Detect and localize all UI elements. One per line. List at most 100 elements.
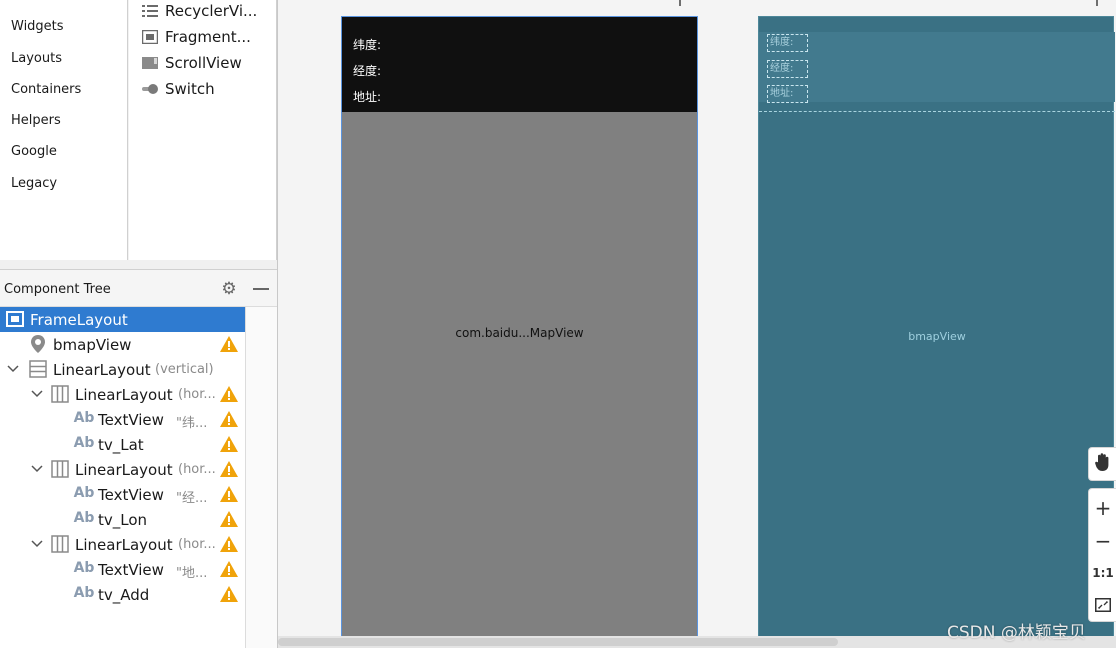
palette-item-scrollview[interactable]: ScrollView — [141, 52, 242, 74]
plus-icon: + — [1094, 496, 1112, 520]
textview-icon: Ab — [73, 560, 95, 576]
linear-vertical-icon — [29, 360, 47, 378]
tree-row-textview-lat-label[interactable]: Ab TextView "纬... — [0, 407, 245, 432]
component-tree-list: FrameLayout bmapView LinearLayout (verti… — [0, 307, 246, 648]
tree-row-textview-lon-label[interactable]: Ab TextView "经... — [0, 482, 245, 507]
tree-row-linearlayout-vertical[interactable]: LinearLayout (vertical) — [0, 357, 245, 382]
design-header-area[interactable]: 纬度: 经度: 地址: — [342, 17, 697, 112]
warning-icon[interactable] — [220, 486, 238, 502]
blueprint-box-address[interactable]: 地址: — [767, 85, 808, 103]
palette-item-label: Switch — [165, 80, 215, 98]
tree-row-tv-add[interactable]: Ab tv_Add — [0, 582, 245, 607]
design-preview[interactable]: 纬度: 经度: 地址: com.baidu...MapView — [341, 16, 698, 648]
palette-item-fragment[interactable]: Fragment... — [141, 26, 251, 48]
warning-icon[interactable] — [220, 411, 238, 427]
palette-category-legacy[interactable]: Legacy — [11, 176, 57, 191]
textview-icon: Ab — [73, 510, 95, 526]
tree-row-label: LinearLayout — [75, 385, 173, 404]
tree-row-label: TextView — [98, 410, 164, 429]
blueprint-box-lon[interactable]: 经度: — [767, 60, 808, 78]
tree-row-label: LinearLayout — [75, 535, 173, 554]
palette-category-containers[interactable]: Containers — [11, 82, 81, 97]
blueprint-mapview-label: bmapView — [908, 330, 966, 343]
design-mapview-label: com.baidu...MapView — [455, 326, 584, 340]
palette-item-recyclerview[interactable]: RecyclerVi... — [141, 0, 257, 22]
scrollview-icon — [141, 55, 159, 71]
palette-item-label: Fragment... — [165, 28, 251, 46]
design-label-address[interactable]: 地址: — [353, 88, 381, 105]
design-label-lat[interactable]: 纬度: — [353, 36, 381, 53]
tree-row-label: tv_Lon — [98, 510, 148, 529]
design-label-lon[interactable]: 经度: — [353, 62, 381, 79]
tree-row-tv-lon[interactable]: Ab tv_Lon — [0, 507, 245, 532]
chevron-down-icon[interactable] — [31, 388, 43, 400]
linear-horizontal-icon — [51, 460, 69, 478]
tree-row-textview-add-label[interactable]: Ab TextView "地... — [0, 557, 245, 582]
component-tree-panel: Component Tree ⚙ FrameLayout bmapView Li… — [0, 270, 278, 648]
linear-horizontal-icon — [51, 385, 69, 403]
list-icon — [141, 3, 159, 19]
blueprint-preview[interactable]: 纬度: 经度: 地址: bmapView — [758, 16, 1115, 648]
palette-item-switch[interactable]: Switch — [141, 78, 215, 100]
chevron-down-icon[interactable] — [31, 463, 43, 475]
gear-icon[interactable]: ⚙ — [219, 279, 239, 299]
tree-row-label: LinearLayout — [75, 460, 173, 479]
tree-row-linearlayout-horizontal-1[interactable]: LinearLayout (hor... — [0, 382, 245, 407]
palette-categories: Widgets Layouts Containers Helpers Googl… — [0, 0, 128, 260]
tree-row-hint: "经... — [176, 491, 208, 506]
palette-category-google[interactable]: Google — [11, 144, 57, 159]
palette-category-layouts[interactable]: Layouts — [11, 51, 62, 66]
palette-category-helpers[interactable]: Helpers — [11, 113, 61, 128]
ruler-tick — [1096, 0, 1098, 6]
frame-layout-icon — [6, 310, 24, 328]
panel-splitter[interactable] — [0, 260, 278, 270]
tree-row-framelayout[interactable]: FrameLayout — [0, 307, 245, 332]
component-tree-header: Component Tree ⚙ — [0, 270, 278, 307]
textview-icon: Ab — [73, 585, 95, 601]
tree-row-hint: "地... — [176, 566, 208, 581]
zoom-actual-size-button[interactable]: 1:1 — [1089, 557, 1116, 589]
warning-icon[interactable] — [220, 436, 238, 452]
chevron-down-icon[interactable] — [31, 538, 43, 550]
tree-row-linearlayout-horizontal-2[interactable]: LinearLayout (hor... — [0, 457, 245, 482]
blueprint-header-area[interactable]: 纬度: 经度: 地址: — [759, 17, 1115, 112]
ruler-tick — [679, 0, 681, 6]
tree-row-label: tv_Lat — [98, 435, 144, 454]
fit-screen-icon — [1095, 593, 1111, 617]
linear-horizontal-icon — [51, 535, 69, 553]
chevron-down-icon[interactable] — [7, 363, 19, 375]
warning-icon[interactable] — [220, 561, 238, 577]
palette-items: RecyclerVi... Fragment... ScrollView Swi… — [129, 0, 277, 260]
zoom-controls: + − 1:1 — [1088, 488, 1116, 622]
palette-item-label: ScrollView — [165, 54, 242, 72]
map-pin-icon — [29, 335, 47, 353]
pan-hand-button[interactable] — [1088, 447, 1116, 481]
fragment-icon — [141, 29, 159, 45]
textview-icon: Ab — [73, 485, 95, 501]
zoom-in-button[interactable]: + — [1089, 492, 1116, 524]
warning-icon[interactable] — [220, 536, 238, 552]
zoom-actual-size-label: 1:1 — [1092, 566, 1114, 580]
warning-icon[interactable] — [220, 461, 238, 477]
zoom-out-button[interactable]: − — [1089, 525, 1116, 557]
warning-icon[interactable] — [220, 586, 238, 602]
palette-item-label: RecyclerVi... — [165, 2, 258, 20]
tree-row-label: FrameLayout — [30, 310, 128, 329]
tree-row-tv-lat[interactable]: Ab tv_Lat — [0, 432, 245, 457]
zoom-fit-button[interactable] — [1089, 589, 1116, 621]
scrollbar-thumb[interactable] — [278, 638, 838, 646]
minimize-icon[interactable] — [252, 278, 270, 298]
tree-row-linearlayout-horizontal-3[interactable]: LinearLayout (hor... — [0, 532, 245, 557]
tree-row-label: TextView — [98, 560, 164, 579]
blueprint-linear-layout — [759, 32, 1115, 102]
warning-icon[interactable] — [220, 386, 238, 402]
palette-category-widgets[interactable]: Widgets — [11, 19, 64, 34]
tree-row-bmapview[interactable]: bmapView — [0, 332, 245, 357]
hand-icon — [1094, 452, 1112, 477]
blueprint-box-lat[interactable]: 纬度: — [767, 34, 808, 52]
tree-row-label: tv_Add — [98, 585, 150, 604]
tree-row-label: LinearLayout — [53, 360, 151, 379]
tree-row-hint: (hor... — [178, 537, 216, 552]
warning-icon[interactable] — [220, 336, 238, 352]
warning-icon[interactable] — [220, 511, 238, 527]
